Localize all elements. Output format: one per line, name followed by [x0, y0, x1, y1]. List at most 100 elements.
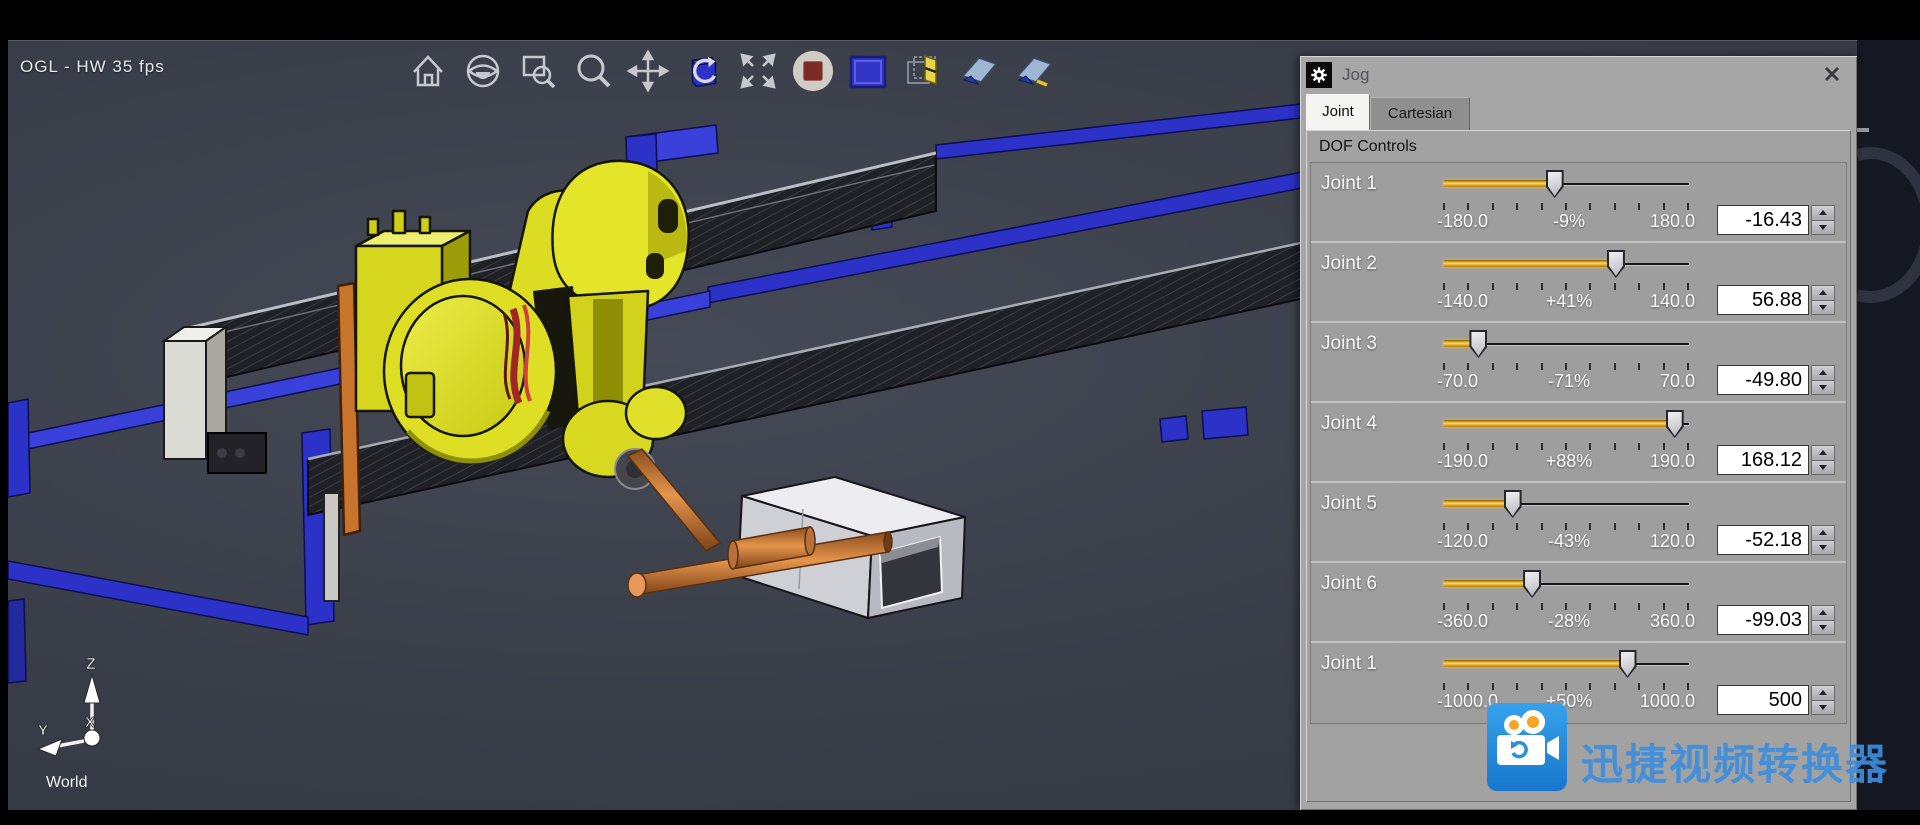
joint-label: Joint 5: [1321, 493, 1377, 515]
section-box-icon[interactable]: [901, 49, 945, 93]
slider-ticks: [1443, 683, 1689, 690]
video-converter-watermark: 迅捷视频转换器: [1487, 703, 1889, 792]
tab-joint[interactable]: Joint: [1306, 94, 1370, 130]
joint-slider[interactable]: [1443, 329, 1689, 359]
joint-value-input[interactable]: -16.43: [1717, 205, 1809, 235]
spin-down-button[interactable]: [1811, 461, 1835, 476]
joint-slider[interactable]: [1443, 409, 1689, 439]
rotate-view-icon[interactable]: [681, 49, 725, 93]
slider-fill: [1443, 660, 1628, 667]
jog-panel-title: Jog: [1342, 65, 1369, 85]
slider-handle[interactable]: [1546, 170, 1564, 198]
zoom-icon[interactable]: [571, 49, 615, 93]
workplane-icon-1[interactable]: [956, 49, 1000, 93]
spin-down-button[interactable]: [1811, 621, 1835, 636]
gear-icon[interactable]: [1306, 62, 1332, 88]
record-stop-icon[interactable]: [791, 49, 835, 93]
joint-slider[interactable]: [1443, 169, 1689, 199]
slider-fill: [1443, 420, 1675, 427]
joint-value-spinner: [1811, 605, 1835, 635]
joint-value-spinner: [1811, 205, 1835, 235]
slider-handle[interactable]: [1469, 330, 1487, 358]
jog-panel: Jog Joint Cartesian DOF Controls Joint 1…: [1300, 56, 1857, 810]
fit-view-icon[interactable]: [736, 49, 780, 93]
background-swirl: [1857, 40, 1920, 810]
down-arrow-icon: [1819, 305, 1827, 310]
blue-square-icon[interactable]: [846, 49, 890, 93]
joint-value-spinner: [1811, 525, 1835, 555]
joint-value-spinner: [1811, 285, 1835, 315]
joint-max-label: 120.0: [1650, 531, 1695, 552]
up-arrow-icon: [1819, 450, 1827, 455]
up-arrow-icon: [1819, 210, 1827, 215]
watermark-text: 迅捷视频转换器: [1581, 731, 1889, 792]
spin-up-button[interactable]: [1811, 445, 1835, 461]
joint-value-input[interactable]: -49.80: [1717, 365, 1809, 395]
joint-min-label: -120.0: [1437, 531, 1488, 552]
joint-value-input[interactable]: 168.12: [1717, 445, 1809, 475]
axis-y-label: Y: [38, 722, 48, 739]
joint-rows-container: Joint 1 -180.0 -9% 180.0 -16.43 Joint 2: [1310, 162, 1847, 724]
slider-handle[interactable]: [1666, 410, 1684, 438]
joint-slider[interactable]: [1443, 569, 1689, 599]
spin-down-button[interactable]: [1811, 221, 1835, 236]
close-icon[interactable]: [1823, 65, 1841, 83]
joint-min-label: -190.0: [1437, 451, 1488, 472]
zoom-window-icon[interactable]: [516, 49, 560, 93]
spin-up-button[interactable]: [1811, 205, 1835, 221]
slider-handle[interactable]: [1607, 250, 1625, 278]
joint-percent-label: -71%: [1548, 371, 1590, 392]
slider-ticks: [1443, 203, 1689, 210]
joint-max-label: 360.0: [1650, 611, 1695, 632]
joint-row: Joint 5 -120.0 -43% 120.0 -52.18: [1311, 483, 1846, 563]
joint-value-input[interactable]: -99.03: [1717, 605, 1809, 635]
joint-row: Joint 2 -140.0 +41% 140.0 56.88: [1311, 243, 1846, 323]
spin-down-button[interactable]: [1811, 541, 1835, 556]
spin-up-button[interactable]: [1811, 365, 1835, 381]
spin-up-button[interactable]: [1811, 685, 1835, 701]
slider-fill: [1443, 500, 1513, 507]
workplane-icon-2[interactable]: [1011, 49, 1055, 93]
spin-down-button[interactable]: [1811, 381, 1835, 396]
left-black-bar: [0, 40, 8, 810]
joint-slider[interactable]: [1443, 649, 1689, 679]
joint-value-spinner: [1811, 365, 1835, 395]
jog-panel-header: Jog: [1300, 56, 1857, 94]
spin-down-button[interactable]: [1811, 301, 1835, 316]
slider-fill: [1443, 260, 1616, 267]
spin-up-button[interactable]: [1811, 605, 1835, 621]
slider-fill: [1443, 580, 1532, 587]
spin-up-button[interactable]: [1811, 525, 1835, 541]
joint-row: Joint 3 -70.0 -71% 70.0 -49.80: [1311, 323, 1846, 403]
pan-icon[interactable]: [626, 49, 670, 93]
joint-min-label: -180.0: [1437, 211, 1488, 232]
slider-handle[interactable]: [1504, 490, 1522, 518]
world-label: World: [46, 774, 88, 791]
joint-percent-label: -43%: [1548, 531, 1590, 552]
slider-ticks: [1443, 443, 1689, 450]
joint-row: Joint 1 -180.0 -9% 180.0 -16.43: [1311, 163, 1846, 243]
down-arrow-icon: [1819, 545, 1827, 550]
right-edge-strip: [1857, 40, 1920, 810]
slider-ticks: [1443, 603, 1689, 610]
tab-cartesian[interactable]: Cartesian: [1370, 97, 1470, 130]
down-arrow-icon: [1819, 385, 1827, 390]
spin-up-button[interactable]: [1811, 285, 1835, 301]
up-arrow-icon: [1819, 690, 1827, 695]
slider-handle[interactable]: [1523, 570, 1541, 598]
joint-label: Joint 1: [1321, 173, 1377, 195]
slider-handle[interactable]: [1619, 650, 1637, 678]
joint-label: Joint 6: [1321, 573, 1377, 595]
joint-row: Joint 4 -190.0 +88% 190.0 168.12: [1311, 403, 1846, 483]
joint-value-input[interactable]: -52.18: [1717, 525, 1809, 555]
viewport-toolbar: [406, 49, 1055, 93]
joint-max-label: 190.0: [1650, 451, 1695, 472]
top-black-bar: [0, 0, 1920, 40]
slider-ticks: [1443, 363, 1689, 370]
home-icon[interactable]: [406, 49, 450, 93]
render-status-text: OGL - HW 35 fps: [20, 57, 165, 77]
joint-value-input[interactable]: 56.88: [1717, 285, 1809, 315]
joint-slider[interactable]: [1443, 249, 1689, 279]
orbit-view-icon[interactable]: [461, 49, 505, 93]
joint-slider[interactable]: [1443, 489, 1689, 519]
